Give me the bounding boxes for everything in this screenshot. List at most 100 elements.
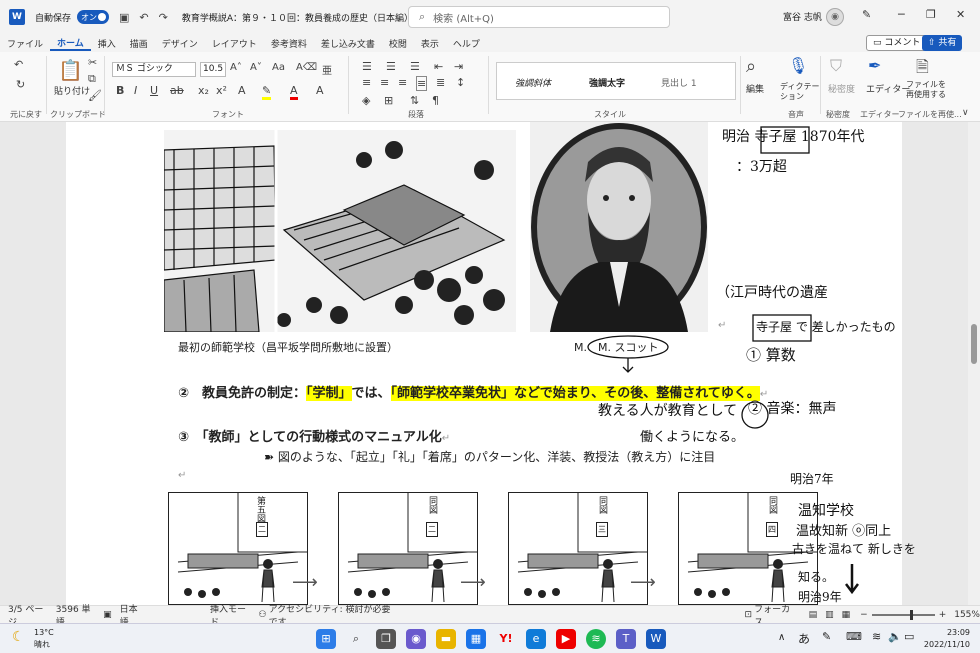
format-painter-icon[interactable]: 🖌	[88, 89, 102, 102]
shading-icon[interactable]: ◈	[362, 94, 370, 107]
chevron-up-icon[interactable]: ∧	[778, 632, 785, 643]
style-emphasis-bold[interactable]: 強調太字	[589, 76, 625, 89]
avatar[interactable]: ◉	[826, 8, 844, 26]
dictate-label[interactable]: ディクテーション	[780, 82, 822, 102]
wifi-icon[interactable]: ≋	[872, 630, 881, 643]
line-spacing-icon[interactable]: ↕	[456, 76, 465, 89]
bold-icon[interactable]: B	[116, 84, 124, 97]
menu-tab[interactable]: 差し込み文書	[314, 37, 382, 50]
minimize-icon[interactable]: ─	[898, 8, 905, 21]
windows-start-icon[interactable]: ⊞	[316, 629, 336, 649]
menu-tab[interactable]: デザイン	[155, 37, 205, 50]
menu-tab[interactable]: 参考資料	[264, 37, 314, 50]
task-view-icon[interactable]: ❐	[376, 629, 396, 649]
italic-icon[interactable]: I	[134, 84, 137, 97]
font-color-icon[interactable]: A	[290, 84, 298, 100]
borders-icon[interactable]: ⊞	[384, 94, 393, 107]
menu-tab[interactable]: ファイル	[0, 37, 50, 50]
pen-icon[interactable]: ✎	[862, 8, 871, 21]
sort-icon[interactable]: ⇅	[410, 94, 419, 107]
web-layout-icon[interactable]: ▦	[842, 610, 851, 620]
chat-icon[interactable]: ◉	[406, 629, 426, 649]
change-case-icon[interactable]: Aa	[272, 62, 285, 73]
paste-icon[interactable]: 📋	[58, 58, 83, 82]
autosave-toggle[interactable]: オン	[77, 10, 110, 24]
proofing-icon[interactable]: ▣	[103, 610, 112, 620]
cut-icon[interactable]: ✂	[88, 56, 97, 69]
justify-icon[interactable]: ≡	[416, 76, 428, 91]
subscript-icon[interactable]: x₂	[198, 84, 209, 97]
clear-format-icon[interactable]: A⌫	[296, 62, 317, 73]
numbering-icon[interactable]: ☰	[386, 60, 396, 73]
battery-icon[interactable]: ▭	[904, 630, 914, 643]
reuse-label[interactable]: ファイルを再使用する	[906, 80, 946, 100]
keyboard-icon[interactable]: ⌨	[846, 630, 862, 643]
superscript-icon[interactable]: x²	[216, 84, 227, 97]
multilevel-list-icon[interactable]: ☰	[410, 60, 420, 73]
user-name[interactable]: 富谷 志帆	[783, 10, 822, 23]
file-explorer-icon[interactable]: ▬	[436, 629, 456, 649]
document-page[interactable]: 最初の師範学校（昌平坂学問所敷地に設置） M. M. スコット ② 教員免許の制…	[66, 122, 916, 605]
zoom-in-icon[interactable]: +	[939, 610, 947, 620]
share-button[interactable]: ⇧ 共有	[922, 35, 963, 51]
ime-mode[interactable]: あ	[798, 630, 810, 647]
weather-widget[interactable]: ☾ 13°C 晴れ	[12, 627, 54, 651]
paste-label[interactable]: 貼り付け	[54, 84, 90, 97]
zoom-slider[interactable]	[871, 609, 935, 620]
print-layout-icon[interactable]: ▥	[825, 610, 834, 620]
underline-icon[interactable]: U	[150, 84, 158, 97]
undo-icon[interactable]: ↶	[139, 11, 148, 24]
close-icon[interactable]: ✕	[956, 8, 965, 21]
redo-icon[interactable]: ↷	[159, 11, 168, 24]
microphone-icon[interactable]: 🎙	[788, 56, 808, 75]
shrink-font-icon[interactable]: A˅	[250, 62, 262, 73]
decrease-indent-icon[interactable]: ⇤	[434, 60, 443, 73]
menu-tab[interactable]: ヘルプ	[446, 37, 487, 50]
font-name-select[interactable]: ＭＳ ゴシック	[112, 62, 196, 77]
highlight-icon[interactable]: ✎	[262, 84, 272, 100]
maximize-icon[interactable]: ❐	[926, 8, 936, 21]
pen-menu-icon[interactable]: ✎	[822, 630, 831, 643]
clock[interactable]: 23:09 2022/11/10	[924, 627, 970, 651]
char-shading-icon[interactable]: A	[316, 84, 324, 97]
teams-icon[interactable]: T	[616, 629, 636, 649]
editor-icon[interactable]: ✒	[868, 56, 881, 75]
grow-font-icon[interactable]: A˄	[230, 62, 242, 73]
zoom-out-icon[interactable]: −	[860, 610, 868, 620]
text-effects-icon[interactable]: A	[238, 84, 246, 97]
comment-button[interactable]: ▭ コメント	[866, 35, 928, 51]
spotify-icon[interactable]: ≋	[586, 629, 606, 649]
search-icon[interactable]: ⌕	[346, 629, 366, 649]
increase-indent-icon[interactable]: ⇥	[454, 60, 463, 73]
undo-icon[interactable]: ↶	[14, 58, 23, 71]
word-taskbar-icon[interactable]: W	[646, 629, 666, 649]
pilcrow-icon[interactable]: ¶	[432, 94, 439, 107]
menu-tab[interactable]: ホーム	[50, 36, 91, 51]
copy-icon[interactable]: ⧉	[88, 72, 96, 86]
volume-icon[interactable]: 🔈	[888, 630, 902, 643]
zoom-level[interactable]: 155%	[954, 610, 980, 620]
bullets-icon[interactable]: ☰	[362, 60, 372, 73]
editor-label[interactable]: エディター	[866, 82, 910, 95]
align-right-icon[interactable]: ≡	[398, 76, 407, 89]
strikethrough-icon[interactable]: ab	[170, 84, 184, 97]
font-size-select[interactable]: 10.5	[200, 62, 226, 77]
edit-label[interactable]: 編集	[746, 82, 764, 95]
store-icon[interactable]: ▦	[466, 629, 486, 649]
read-mode-icon[interactable]: ▤	[809, 610, 818, 620]
style-emphasis-italic[interactable]: 強調斜体	[515, 76, 551, 89]
style-heading-1[interactable]: 見出し 1	[661, 76, 697, 89]
scrollbar-thumb[interactable]	[971, 324, 977, 364]
yahoo-icon[interactable]: Y!	[496, 629, 516, 649]
redo-icon[interactable]: ↻	[16, 78, 25, 91]
youtube-icon[interactable]: ▶	[556, 629, 576, 649]
menu-tab[interactable]: 表示	[414, 37, 446, 50]
menu-tab[interactable]: 描画	[123, 37, 155, 50]
search-input[interactable]: ⌕ 検索 (Alt+Q)	[408, 6, 670, 28]
menu-tab[interactable]: 校閲	[382, 37, 414, 50]
menu-tab[interactable]: 挿入	[91, 37, 123, 50]
distribute-icon[interactable]: ≣	[436, 76, 445, 89]
align-center-icon[interactable]: ≡	[380, 76, 389, 89]
save-icon[interactable]: ▣	[119, 11, 129, 24]
phonetic-icon[interactable]: 亜	[322, 62, 332, 77]
